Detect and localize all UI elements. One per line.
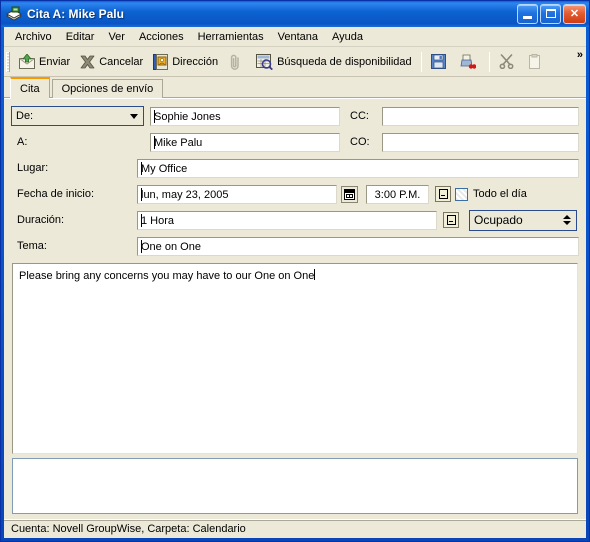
- start-time-input[interactable]: 3:00 P.M.: [366, 184, 429, 204]
- send-icon: [19, 53, 35, 69]
- window-controls: ✕: [517, 4, 586, 24]
- time-picker-button[interactable]: [435, 186, 451, 202]
- status-text: Cuenta: Novell GroupWise, Carpeta: Calen…: [11, 523, 246, 535]
- message-body[interactable]: Please bring any concerns you may have t…: [12, 263, 578, 454]
- save-disk-icon: [430, 54, 446, 69]
- clock-icon: [447, 215, 456, 225]
- bcc-input[interactable]: [382, 132, 579, 152]
- bcc-label: CO:: [350, 136, 370, 148]
- cancel-button[interactable]: Cancelar: [75, 50, 148, 74]
- menu-bar: Archivo Editar Ver Acciones Herramientas…: [4, 27, 586, 47]
- clipboard-icon: [528, 54, 541, 69]
- row-duration: Duración: 1 Hora Ocupado: [11, 209, 579, 231]
- save-button[interactable]: [426, 50, 455, 74]
- to-input[interactable]: Mike Palu: [150, 132, 340, 152]
- toolbar-separator-2: [488, 51, 490, 72]
- menu-ventana[interactable]: Ventana: [271, 29, 325, 45]
- scissors-icon: [499, 54, 514, 70]
- chevron-down-icon: [130, 113, 138, 119]
- place-input[interactable]: My Office: [137, 158, 579, 178]
- maximize-icon: [546, 9, 556, 18]
- calendar-icon: [344, 188, 355, 200]
- appointment-icon: [5, 5, 23, 23]
- toolbar-grip[interactable]: [6, 51, 10, 72]
- spinner-icon: [563, 215, 571, 225]
- printer-icon: [460, 54, 477, 69]
- row-place: Lugar: My Office: [11, 157, 579, 179]
- title-bar[interactable]: Cita A: Mike Palu ✕: [1, 1, 589, 27]
- appointment-window: Cita A: Mike Palu ✕ Archivo Editar Ver A…: [0, 0, 590, 542]
- cc-input[interactable]: [382, 106, 579, 126]
- busy-search-icon: [256, 53, 273, 70]
- availability-combo[interactable]: Ocupado: [469, 209, 577, 231]
- window-client-area: Archivo Editar Ver Acciones Herramientas…: [4, 27, 586, 538]
- row-to: A: Mike Palu CO:: [11, 131, 579, 153]
- busy-search-button[interactable]: Búsqueda de disponibilidad: [251, 50, 417, 74]
- menu-editar[interactable]: Editar: [59, 29, 102, 45]
- paste-button[interactable]: [523, 50, 550, 74]
- tab-cita[interactable]: Cita: [10, 77, 50, 99]
- from-input[interactable]: Sophie Jones: [150, 106, 340, 126]
- cancel-label: Cancelar: [99, 55, 144, 68]
- toolbar: Enviar Cancelar Dirección Búsqueda de di…: [4, 47, 586, 77]
- menu-herramientas[interactable]: Herramientas: [191, 29, 271, 45]
- cc-label: CC:: [350, 110, 369, 122]
- availability-value: Ocupado: [474, 213, 523, 227]
- all-day-label: Todo el día: [473, 188, 527, 200]
- address-book-icon: [153, 53, 169, 70]
- send-button[interactable]: Enviar: [14, 50, 75, 74]
- print-button[interactable]: [455, 50, 485, 74]
- clock-icon: [439, 189, 448, 199]
- close-button[interactable]: ✕: [563, 4, 586, 24]
- row-subject: Tema: One on One: [11, 235, 579, 257]
- appointment-form: De: Sophie Jones CC: A: Mike Palu CO: Lu…: [4, 98, 586, 519]
- tab-opciones-de-envio[interactable]: Opciones de envío: [51, 79, 164, 98]
- close-icon: ✕: [569, 8, 580, 20]
- duration-time-picker-button[interactable]: [443, 212, 459, 228]
- busy-search-label: Búsqueda de disponibilidad: [277, 55, 412, 68]
- tab-strip: Cita Opciones de envío: [4, 77, 586, 99]
- attach-button[interactable]: [223, 50, 251, 74]
- from-combo[interactable]: De:: [11, 106, 144, 126]
- attachment-pane[interactable]: [12, 458, 578, 514]
- row-from: De: Sophie Jones CC:: [11, 105, 579, 127]
- menu-ayuda[interactable]: Ayuda: [325, 29, 370, 45]
- availability-spinner[interactable]: [559, 211, 575, 229]
- duration-input[interactable]: 1 Hora: [137, 210, 437, 230]
- to-label: A:: [17, 136, 28, 148]
- start-date-input[interactable]: lun, may 23, 2005: [137, 184, 337, 204]
- paperclip-icon: [228, 54, 242, 70]
- toolbar-overflow-button[interactable]: »: [577, 49, 583, 61]
- minimize-button[interactable]: [517, 4, 538, 24]
- maximize-button[interactable]: [540, 4, 561, 24]
- start-date-label: Fecha de inicio:: [17, 188, 95, 200]
- row-start-date: Fecha de inicio: lun, may 23, 2005 3:00 …: [11, 183, 579, 205]
- cancel-icon: [80, 55, 95, 69]
- menu-ver[interactable]: Ver: [101, 29, 132, 45]
- cut-button[interactable]: [494, 50, 523, 74]
- chevron-up-icon: [563, 215, 571, 219]
- menu-archivo[interactable]: Archivo: [8, 29, 59, 45]
- address-button[interactable]: Dirección: [148, 50, 223, 74]
- subject-label: Tema:: [17, 240, 47, 252]
- all-day-checkbox[interactable]: [455, 187, 468, 201]
- subject-input[interactable]: One on One: [137, 236, 579, 256]
- duration-label: Duración:: [17, 214, 65, 226]
- message-body-text: Please bring any concerns you may have t…: [19, 269, 571, 283]
- from-combo-arrow[interactable]: [126, 108, 142, 124]
- minimize-icon: [523, 16, 532, 19]
- menu-acciones[interactable]: Acciones: [132, 29, 191, 45]
- address-label: Dirección: [172, 55, 219, 68]
- chevron-down-icon: [563, 221, 571, 225]
- status-bar: Cuenta: Novell GroupWise, Carpeta: Calen…: [4, 519, 586, 538]
- calendar-picker-button[interactable]: [341, 185, 358, 203]
- from-combo-value: De:: [16, 110, 34, 122]
- toolbar-separator-1: [420, 51, 422, 72]
- window-title: Cita A: Mike Palu: [27, 7, 124, 21]
- send-label: Enviar: [39, 55, 71, 68]
- place-label: Lugar:: [17, 162, 49, 174]
